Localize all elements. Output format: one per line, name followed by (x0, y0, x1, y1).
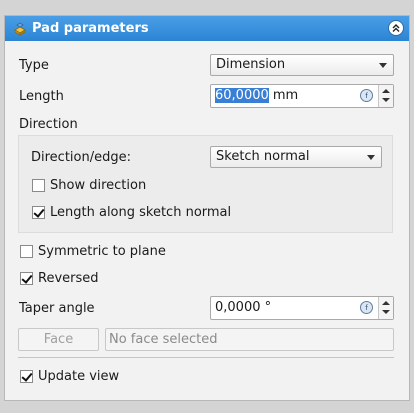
spin-down-icon[interactable] (382, 310, 390, 314)
expression-icon[interactable]: f (360, 301, 373, 314)
separator (18, 357, 394, 358)
length-unit: mm (268, 88, 299, 103)
symmetric-label: Symmetric to plane (38, 244, 166, 259)
length-value: 60,0000 (215, 88, 269, 103)
type-label: Type (19, 58, 49, 73)
length-along-normal-checkbox[interactable] (32, 206, 45, 219)
chevron-down-icon (367, 155, 375, 160)
direction-group: Direction/edge: Sketch normal Show direc… (18, 135, 393, 233)
length-input[interactable]: 60,0000 mm f (210, 84, 394, 108)
direction-edge-label: Direction/edge: (31, 150, 131, 165)
direction-edge-dropdown[interactable]: Sketch normal (210, 146, 382, 168)
taper-spin-buttons[interactable] (378, 297, 393, 319)
length-along-normal-label: Length along sketch normal (50, 205, 232, 220)
show-direction-checkbox[interactable] (32, 179, 45, 192)
length-label: Length (19, 89, 64, 104)
spin-down-icon[interactable] (382, 98, 390, 102)
length-spin-buttons[interactable] (378, 85, 393, 107)
taper-angle-input[interactable]: 0,0000 ° f (210, 296, 394, 320)
type-dropdown[interactable]: Dimension (210, 54, 394, 76)
collapse-icon (392, 24, 400, 32)
face-field: No face selected (105, 328, 394, 351)
panel-title-bar[interactable]: Pad parameters (5, 16, 409, 41)
update-view-label: Update view (38, 369, 120, 384)
type-value: Dimension (216, 57, 286, 72)
face-button[interactable]: Face (18, 328, 99, 351)
update-view-checkbox[interactable] (20, 370, 33, 383)
reversed-label: Reversed (38, 271, 99, 286)
panel-title: Pad parameters (32, 21, 149, 36)
pad-icon (14, 22, 26, 36)
show-direction-label: Show direction (50, 178, 147, 193)
collapse-button[interactable] (388, 20, 404, 36)
direction-edge-value: Sketch normal (216, 149, 310, 164)
spin-up-icon[interactable] (382, 89, 390, 93)
taper-angle-value: 0,0000 ° (215, 300, 272, 315)
chevron-down-icon (379, 63, 387, 68)
reversed-checkbox[interactable] (20, 272, 33, 285)
direction-label: Direction (19, 117, 78, 132)
spin-up-icon[interactable] (382, 301, 390, 305)
symmetric-checkbox[interactable] (20, 245, 33, 258)
taper-angle-label: Taper angle (19, 301, 95, 316)
expression-icon[interactable]: f (360, 89, 373, 102)
